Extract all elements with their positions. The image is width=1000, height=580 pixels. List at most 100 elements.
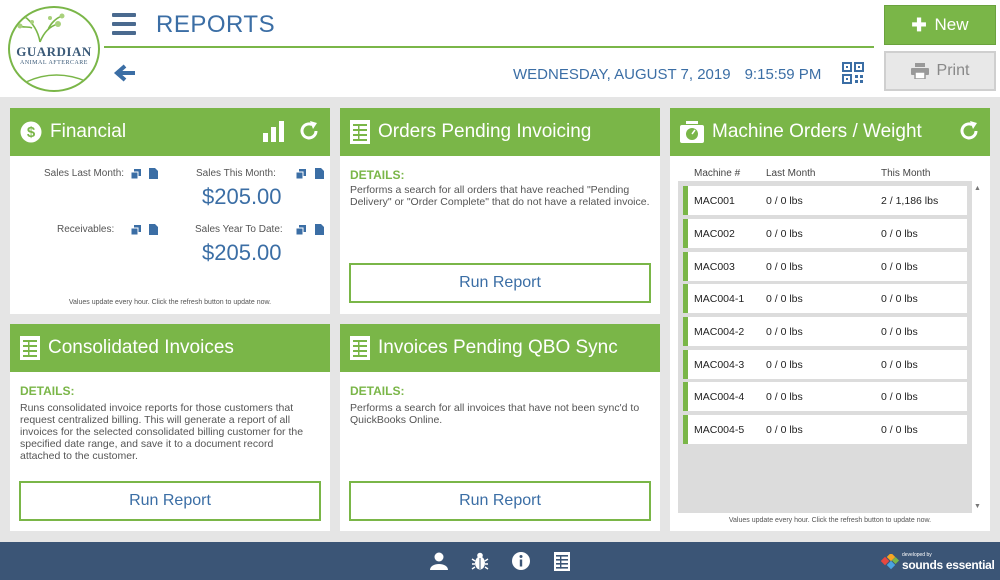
run-report-button[interactable]: Run Report	[349, 481, 651, 521]
last-month-value: 0 / 0 lbs	[766, 228, 803, 240]
copy-icon[interactable]	[131, 225, 141, 235]
machine-id: MAC004-3	[694, 359, 745, 371]
copy-icon[interactable]	[296, 225, 306, 235]
machine-id: MAC002	[694, 228, 735, 240]
machine-id: MAC001	[694, 195, 735, 207]
printer-icon	[910, 63, 929, 79]
last-month-value: 0 / 0 lbs	[766, 391, 803, 403]
copy-icon[interactable]	[131, 169, 141, 179]
financial-card: $ Financial Sales Last Month: Sales This…	[10, 108, 330, 314]
table-row[interactable]: MAC003 0 / 0 lbs 0 / 0 lbs	[683, 252, 967, 281]
document-icon[interactable]	[315, 168, 324, 179]
machine-id: MAC003	[694, 261, 735, 273]
machine-id: MAC004-2	[694, 326, 745, 338]
document-icon[interactable]	[149, 168, 158, 179]
footer-bar: developed by sounds essential	[0, 542, 1000, 580]
current-date: WEDNESDAY, AUGUST 7, 2019	[513, 66, 731, 83]
details-label: DETAILS:	[20, 384, 75, 398]
table-row[interactable]: MAC004-3 0 / 0 lbs 0 / 0 lbs	[683, 350, 967, 379]
column-header-last-month: Last Month	[766, 168, 816, 179]
logo-name: GUARDIAN	[16, 44, 92, 59]
machine-id: MAC004-4	[694, 391, 745, 403]
new-button[interactable]: ✚ New	[884, 5, 996, 45]
last-month-value: 0 / 0 lbs	[766, 424, 803, 436]
document-icon[interactable]	[315, 224, 324, 235]
bug-icon[interactable]	[471, 552, 489, 570]
report-sheet-icon	[350, 120, 370, 144]
this-month-value: 0 / 0 lbs	[881, 293, 918, 305]
sales-last-month-label: Sales Last Month:	[44, 168, 125, 179]
this-month-value: 0 / 0 lbs	[881, 261, 918, 273]
consolidated-invoices-header: Consolidated Invoices	[10, 324, 330, 372]
receivables-label: Receivables:	[57, 224, 115, 235]
this-month-value: 0 / 0 lbs	[881, 326, 918, 338]
this-month-value: 0 / 0 lbs	[881, 424, 918, 436]
new-button-label: New	[934, 15, 969, 34]
details-label: DETAILS:	[350, 168, 405, 182]
this-month-value: 0 / 0 lbs	[881, 359, 918, 371]
user-icon[interactable]	[430, 552, 448, 570]
print-button[interactable]: Print	[884, 51, 996, 91]
orders-pending-title: Orders Pending Invoicing	[378, 121, 592, 142]
sales-ytd-label: Sales Year To Date:	[195, 224, 283, 235]
print-button-label: Print	[936, 62, 970, 79]
table-row[interactable]: MAC002 0 / 0 lbs 0 / 0 lbs	[683, 219, 967, 248]
header-bar: GUARDIAN ANIMAL AFTERCARE REPORTS WEDNES…	[0, 0, 1000, 97]
details-label: DETAILS:	[350, 384, 405, 398]
financial-title: Financial	[50, 121, 127, 142]
machine-id: MAC004-5	[694, 424, 745, 436]
machine-update-note: Values update every hour. Click the refr…	[728, 517, 932, 524]
scale-icon	[680, 121, 704, 143]
machine-orders-header: Machine Orders / Weight	[670, 108, 990, 156]
table-row[interactable]: MAC004-1 0 / 0 lbs 0 / 0 lbs	[683, 284, 967, 313]
refresh-icon[interactable]	[298, 120, 320, 142]
machine-id: MAC004-1	[694, 293, 745, 305]
report-sheet-icon	[350, 336, 370, 360]
guardian-logo[interactable]: GUARDIAN ANIMAL AFTERCARE	[8, 6, 100, 92]
column-header-machine: Machine #	[694, 168, 741, 179]
table-row[interactable]: MAC004-4 0 / 0 lbs 0 / 0 lbs	[683, 382, 967, 411]
qbo-sync-header: Invoices Pending QBO Sync	[340, 324, 660, 372]
menu-icon[interactable]	[112, 13, 136, 35]
this-month-value: 0 / 0 lbs	[881, 228, 918, 240]
last-month-value: 0 / 0 lbs	[766, 359, 803, 371]
logo-tagline: ANIMAL AFTERCARE	[20, 60, 88, 66]
orders-pending-details: Performs a search for all orders that ha…	[350, 184, 650, 209]
run-report-button[interactable]: Run Report	[19, 481, 321, 521]
refresh-icon[interactable]	[958, 120, 980, 142]
qr-code-icon[interactable]	[842, 62, 864, 84]
consolidated-invoices-details: Runs consolidated invoice reports for th…	[20, 402, 304, 463]
developer-brand[interactable]: developed by sounds essential	[880, 552, 995, 575]
last-month-value: 0 / 0 lbs	[766, 261, 803, 273]
sales-this-month-value: $205.00	[202, 184, 282, 209]
copy-icon[interactable]	[296, 169, 306, 179]
last-month-value: 0 / 0 lbs	[766, 326, 803, 338]
orders-pending-header: Orders Pending Invoicing	[340, 108, 660, 156]
machine-orders-title: Machine Orders / Weight	[712, 121, 922, 142]
consolidated-invoices-card: Consolidated Invoices DETAILS: Runs cons…	[10, 324, 330, 531]
report-sheet-icon[interactable]	[554, 552, 570, 571]
financial-update-note: Values update every hour. Click the refr…	[68, 299, 272, 306]
financial-card-header: $ Financial	[10, 108, 330, 156]
brand-name: sounds essential	[902, 558, 995, 572]
scroll-up-arrow[interactable]: ▲	[974, 185, 981, 192]
table-row[interactable]: MAC004-2 0 / 0 lbs 0 / 0 lbs	[683, 317, 967, 346]
table-row[interactable]: MAC004-5 0 / 0 lbs 0 / 0 lbs	[683, 415, 967, 444]
plus-icon: ✚	[911, 14, 927, 35]
info-icon[interactable]	[512, 552, 530, 570]
this-month-value: 2 / 1,186 lbs	[881, 195, 939, 207]
last-month-value: 0 / 0 lbs	[766, 293, 803, 305]
dollar-icon: $	[20, 121, 42, 143]
page-title: REPORTS	[156, 11, 276, 38]
brand-logo-icon	[880, 552, 900, 570]
qbo-sync-title: Invoices Pending QBO Sync	[378, 337, 618, 358]
table-row[interactable]: MAC001 0 / 0 lbs 2 / 1,186 lbs	[683, 186, 967, 215]
sales-this-month-label: Sales This Month:	[196, 168, 276, 179]
document-icon[interactable]	[149, 224, 158, 235]
back-arrow-icon[interactable]	[113, 63, 137, 83]
run-report-button[interactable]: Run Report	[349, 263, 651, 303]
current-datetime: WEDNESDAY, AUGUST 7, 2019 9:15:59 PM	[513, 66, 821, 83]
sales-ytd-value: $205.00	[202, 240, 282, 265]
bar-chart-icon[interactable]	[262, 120, 286, 142]
scroll-down-arrow[interactable]: ▼	[974, 503, 981, 510]
